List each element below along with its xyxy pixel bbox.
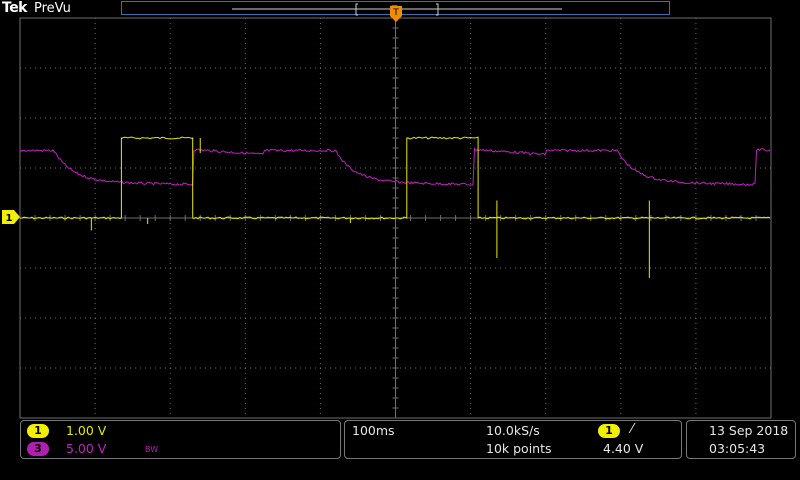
- horizontal-scale: 100ms: [352, 423, 395, 438]
- ch1-glitches: [90, 138, 650, 278]
- ch1-ground-marker[interactable]: 1: [2, 210, 20, 224]
- ch1-badge[interactable]: 1: [27, 424, 49, 438]
- ch3-badge[interactable]: 3: [27, 442, 49, 456]
- trigger-position-marker[interactable]: T: [390, 6, 402, 22]
- trigger-t-icon: T: [392, 8, 399, 18]
- ch1-scale: 1.00 V: [66, 423, 107, 438]
- channel-readout-panel[interactable]: 1 1.00 V 3 5.00 V BW: [20, 420, 341, 459]
- sample-rate: 10.0kS/s: [486, 423, 540, 438]
- rising-edge-icon: ⁄: [631, 422, 634, 437]
- waveform-display[interactable]: T 1: [0, 0, 800, 480]
- timebase-trigger-panel[interactable]: 100ms 10.0kS/s 10k points 1 ⁄ 4.40 V: [344, 420, 682, 459]
- date-display: 13 Sep 2018: [709, 423, 789, 438]
- ch1-marker-label: 1: [6, 213, 13, 224]
- time-display: 03:05:43: [709, 441, 766, 456]
- trigger-source-badge[interactable]: 1: [598, 424, 620, 438]
- ch3-scale: 5.00 V: [66, 441, 107, 456]
- trigger-level: 4.40 V: [603, 441, 644, 456]
- bandwidth-limit-icon: BW: [145, 445, 159, 454]
- record-length: 10k points: [486, 441, 552, 456]
- datetime-panel: 13 Sep 2018 03:05:43: [686, 420, 796, 459]
